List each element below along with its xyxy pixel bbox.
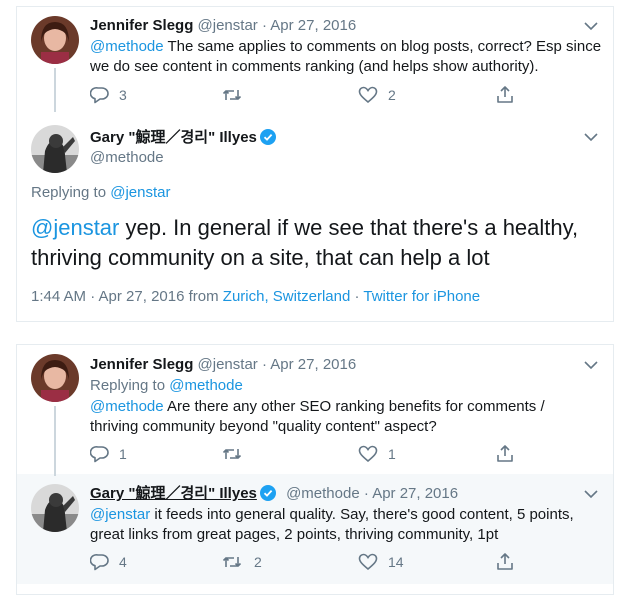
tweet-text: @methode Are there any other SEO ranking…: [90, 397, 545, 437]
author-name[interactable]: Jennifer Slegg: [90, 17, 193, 34]
reply-count: 3: [119, 87, 127, 103]
tweet-text-line: Are there any other SEO ranking benefits…: [163, 398, 545, 415]
tweet-date[interactable]: Apr 27, 2016: [270, 356, 356, 373]
replying-to-link[interactable]: @jenstar: [110, 184, 170, 201]
replying-to: Replying to @jenstar: [31, 183, 170, 203]
chevron-down-icon[interactable]: [582, 17, 600, 35]
retweet-button[interactable]: [222, 85, 242, 105]
tweet-actions: 3 2: [90, 85, 520, 105]
tweet-actions: 4 2 14: [90, 552, 520, 572]
chevron-down-icon[interactable]: [582, 128, 600, 146]
avatar[interactable]: [31, 354, 79, 402]
avatar-image: [31, 484, 79, 532]
share-icon: [497, 86, 513, 103]
tweet-text: @jenstar yep. In general if we see that …: [31, 213, 578, 273]
replying-to-link[interactable]: @methode: [169, 377, 243, 394]
retweet-icon: [222, 449, 242, 459]
like-count: 1: [388, 446, 396, 462]
author-handle[interactable]: @jenstar: [198, 356, 258, 373]
thread-connector-line: [54, 406, 56, 476]
reply-count: 4: [119, 554, 127, 570]
tweet-text-line: great links from great pages, 2 points, …: [90, 526, 499, 543]
share-icon: [497, 553, 513, 570]
retweet-button[interactable]: [222, 444, 242, 464]
tweet-text-line: yep. In general if we see that there's a…: [119, 215, 579, 240]
replying-label: Replying to: [90, 377, 170, 394]
tweet-text: @jenstar it feeds into general quality. …: [90, 505, 574, 545]
like-icon: [358, 86, 378, 104]
tweet-text-line: we do see content in comments ranking (a…: [90, 58, 539, 75]
tweet-timestamp-row: 1:44 AM · Apr 27, 2016 from Zurich, Swit…: [31, 287, 480, 307]
retweet-count: 2: [254, 554, 262, 570]
mention-link[interactable]: @jenstar: [31, 215, 119, 240]
verified-badge-icon: [259, 485, 276, 501]
author-name[interactable]: Gary "鯨理／경리" Illyes: [90, 129, 257, 146]
like-button[interactable]: 1: [358, 444, 396, 464]
tweet-text-line: it feeds into general quality. Say, ther…: [150, 506, 574, 523]
tweet-text: @methode The same applies to comments on…: [90, 37, 601, 77]
reply-button[interactable]: 1: [90, 444, 127, 464]
retweet-button[interactable]: 2: [222, 552, 262, 572]
like-count: 14: [388, 554, 404, 570]
reply-icon: [90, 446, 109, 463]
separator-dot: ·: [363, 485, 369, 502]
share-button[interactable]: [495, 444, 515, 464]
chevron-down-icon[interactable]: [582, 356, 600, 374]
avatar[interactable]: [31, 484, 79, 532]
author-name[interactable]: Jennifer Slegg: [90, 356, 193, 373]
reply-icon: [90, 554, 109, 571]
author-handle[interactable]: @methode: [90, 148, 164, 168]
verified-badge-icon: [259, 129, 276, 145]
tweet-actions: 1 1: [90, 444, 520, 464]
reply-button[interactable]: 3: [90, 85, 127, 105]
avatar-image: [31, 125, 79, 173]
reply-icon: [90, 87, 109, 104]
reply-count: 1: [119, 446, 127, 462]
like-icon: [358, 553, 378, 571]
tweet-time[interactable]: 1:44 AM · Apr 27, 2016 from: [31, 288, 223, 305]
retweet-icon: [222, 90, 242, 100]
mention-link[interactable]: @jenstar: [90, 506, 150, 523]
retweet-icon: [222, 557, 242, 567]
share-button[interactable]: [495, 85, 515, 105]
author-handle[interactable]: @jenstar: [198, 17, 258, 34]
like-button[interactable]: 14: [358, 552, 404, 572]
author-name[interactable]: Gary "鯨理／경리" Illyes: [90, 485, 257, 502]
share-button[interactable]: [495, 552, 515, 572]
replying-label: Replying to: [31, 184, 111, 201]
source-link[interactable]: Twitter for iPhone: [363, 288, 480, 305]
author-handle[interactable]: @methode: [286, 485, 360, 502]
mention-link[interactable]: @methode: [90, 398, 164, 415]
like-button[interactable]: 2: [358, 85, 396, 105]
tweet-date[interactable]: Apr 27, 2016: [372, 485, 458, 502]
like-count: 2: [388, 87, 396, 103]
tweet-text-line: thriving community on a site, that can h…: [31, 245, 490, 270]
thread-connector-line: [54, 68, 56, 112]
tweet-text-line: thriving community beyond "quality conte…: [90, 418, 437, 435]
location-link[interactable]: Zurich, Switzerland: [223, 288, 351, 305]
avatar[interactable]: [31, 16, 79, 64]
reply-button[interactable]: 4: [90, 552, 127, 572]
tweet-date[interactable]: Apr 27, 2016: [270, 17, 356, 34]
separator-dot: ·: [261, 17, 267, 34]
avatar-image: [31, 16, 79, 64]
chevron-down-icon[interactable]: [582, 485, 600, 503]
like-icon: [358, 445, 378, 463]
share-icon: [497, 445, 513, 462]
separator-dot: ·: [350, 288, 364, 305]
separator-dot: ·: [261, 356, 267, 373]
replying-to: Replying to @methode: [90, 376, 243, 396]
avatar-image: [31, 354, 79, 402]
tweet-text-line: The same applies to comments on blog pos…: [163, 38, 602, 55]
avatar[interactable]: [31, 125, 79, 173]
mention-link[interactable]: @methode: [90, 38, 164, 55]
